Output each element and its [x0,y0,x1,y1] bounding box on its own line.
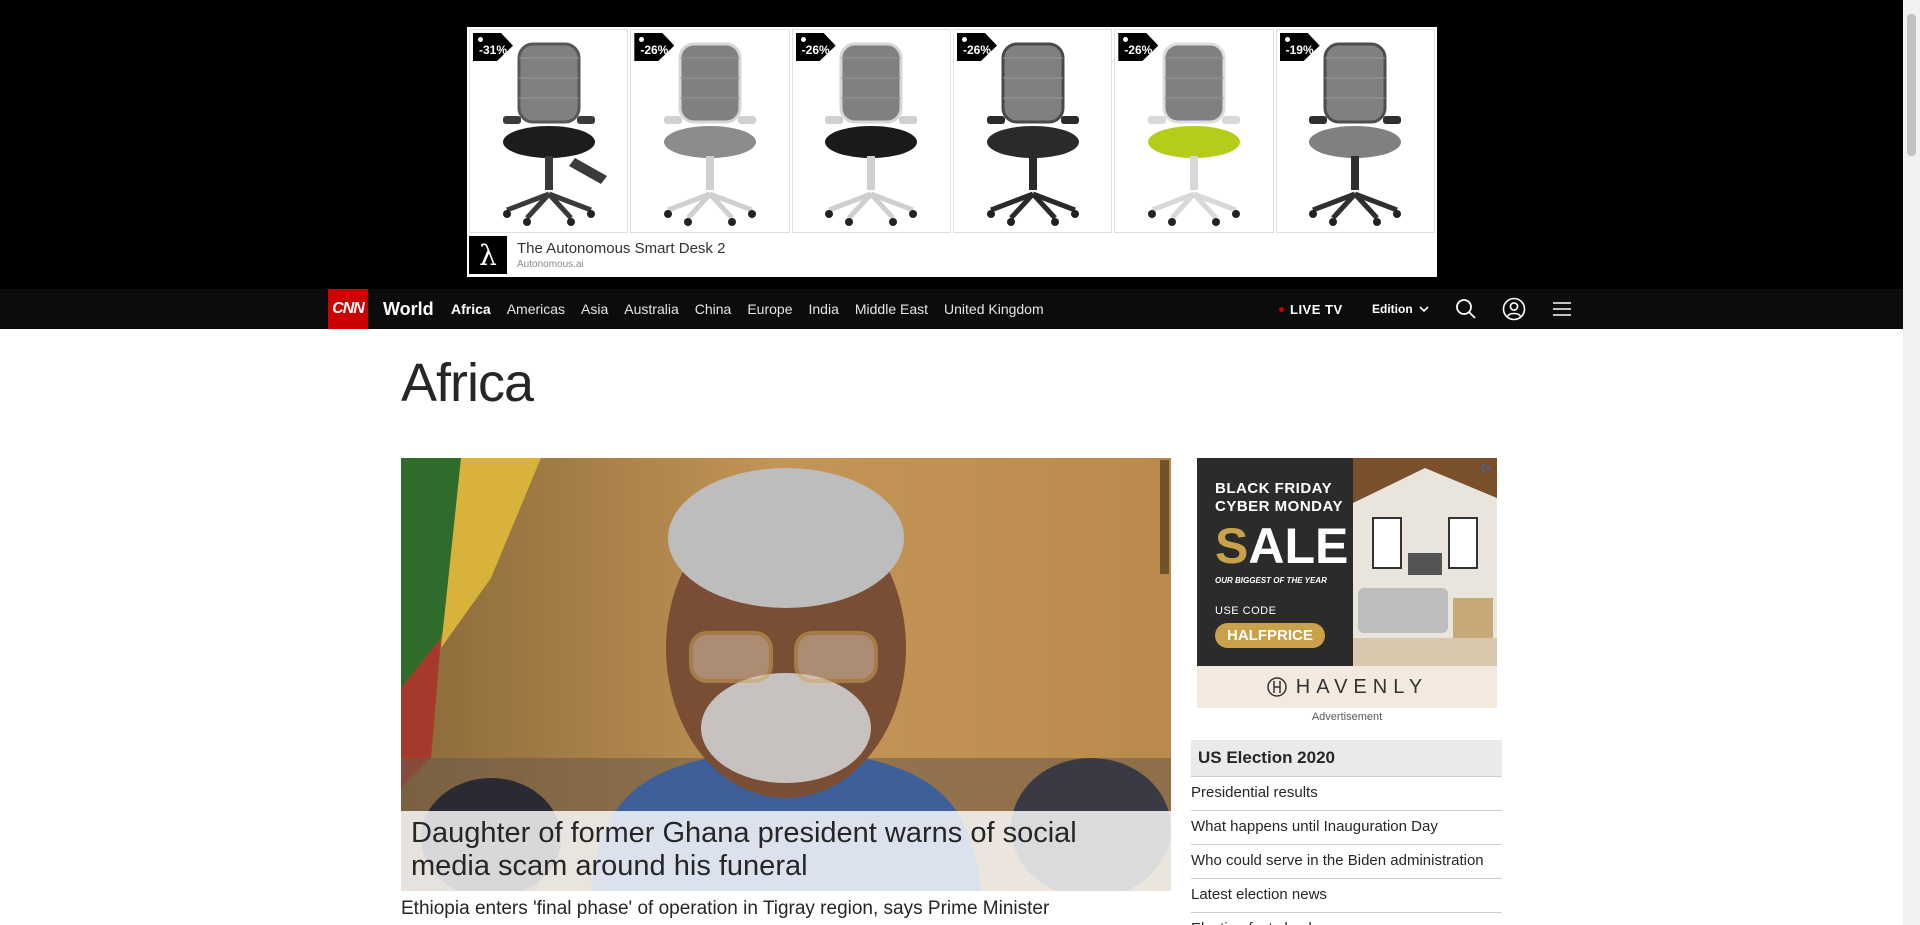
nav-link-united-kingdom[interactable]: United Kingdom [944,301,1044,317]
office-chair-image [1309,42,1402,226]
election-link[interactable]: Latest election news [1191,879,1502,913]
product-card[interactable]: -19% [1275,29,1435,233]
nav-link-africa[interactable]: Africa [451,301,491,317]
nav-link-china[interactable]: China [695,301,732,317]
advertisement-label: Advertisement [1311,711,1383,723]
product-carousel: -31% -26% -26% -26% -26% -19% [469,29,1435,233]
live-dot-icon [1279,306,1284,312]
nav-link-asia[interactable]: Asia [581,301,608,317]
region-nav-links: Africa Americas Asia Australia China Europe In… [451,289,1044,329]
scrollbar[interactable] [1903,0,1920,925]
live-tv-link[interactable]: LIVE TV [1279,289,1343,329]
election-title[interactable]: US Election 2020 [1191,740,1502,777]
product-card[interactable]: -26% [630,29,790,233]
election-link[interactable]: Election fact check [1191,913,1502,925]
election-link[interactable]: Who could serve in the Biden administrat… [1191,845,1502,879]
photo-credit [1160,460,1169,574]
ad-line-cyber-monday: CYBER MONDAY [1215,498,1343,515]
election-list: Presidential results What happens until I… [1191,777,1502,925]
nav-link-india[interactable]: India [809,301,839,317]
top-banner-ad[interactable]: ▷ ✕ -31%-26%-26%-26%-26%-19% λ The Auton… [467,27,1437,277]
ad-line-black-friday: BLACK FRIDAY [1215,480,1333,497]
top-ad-band: ▷ ✕ -31%-26%-26%-26%-26%-19% λ The Auton… [0,0,1903,289]
hero-caption[interactable]: Daughter of former Ghana president warns… [401,811,1171,891]
product-card[interactable]: -26% [952,29,1113,233]
nav-link-americas[interactable]: Americas [507,301,565,317]
office-chair-image [986,42,1079,226]
sale-rest: ALE [1248,518,1349,574]
edition-label: Edition [1372,302,1413,316]
ad-domain: Autonomous.ai [517,259,584,270]
story-headline-link[interactable]: Ethiopia enters 'final phase' of operati… [401,898,1049,920]
office-chair-image [502,42,607,226]
use-code-label: USE CODE [1215,605,1277,617]
scrollbar-thumb[interactable] [1907,14,1916,156]
menu-icon[interactable] [1550,297,1574,321]
havenly-logo: HAVENLY [1197,666,1497,708]
account-icon[interactable] [1502,297,1526,321]
sidebar-ad[interactable]: BLACK FRIDAY CYBER MONDAY SALE OUR BIGGE… [1197,458,1497,708]
section-title-link[interactable]: World [383,289,434,329]
ad-footer[interactable]: λ The Autonomous Smart Desk 2 Autonomous… [469,235,1435,275]
nav-link-europe[interactable]: Europe [747,301,792,317]
product-card[interactable]: -26% [791,29,951,233]
page-title: Africa [401,353,534,413]
chevron-down-icon [1419,305,1429,312]
havenly-wordmark: HAVENLY [1295,675,1429,698]
office-chair-image [663,42,756,226]
election-link[interactable]: What happens until Inauguration Day [1191,811,1502,845]
ad-choices-icon[interactable]: ▷ [1482,460,1491,474]
sale-first-letter: S [1215,518,1249,574]
edition-dropdown[interactable]: Edition [1372,289,1429,329]
election-module: US Election 2020 Presidential results Wha… [1191,740,1502,925]
promo-code-badge: HALFPRICE [1215,623,1325,648]
election-link[interactable]: Presidential results [1191,777,1502,811]
hero-story[interactable]: Daughter of former Ghana president warns… [401,458,1171,891]
ad-title[interactable]: The Autonomous Smart Desk 2 [517,240,725,257]
room-photo [1353,458,1497,666]
sale-text: SALE [1215,520,1353,572]
product-card[interactable]: -31% [469,29,629,233]
autonomous-logo-icon: λ [469,236,507,274]
ad-tagline: OUR BIGGEST OF THE YEAR [1215,576,1327,585]
havenly-mark-icon [1267,677,1287,697]
main-nav: CNN World Africa Americas Asia Australia Chi… [0,289,1903,329]
cnn-logo[interactable]: CNN [328,289,368,329]
office-chair-image [825,42,918,226]
sale-panel: BLACK FRIDAY CYBER MONDAY SALE OUR BIGGE… [1197,458,1353,666]
nav-link-middle-east[interactable]: Middle East [855,301,928,317]
search-icon[interactable] [1454,297,1478,321]
product-card[interactable]: -26% [1114,29,1274,233]
live-tv-label: LIVE TV [1290,301,1343,317]
office-chair-image [1147,42,1240,226]
nav-link-australia[interactable]: Australia [624,301,678,317]
